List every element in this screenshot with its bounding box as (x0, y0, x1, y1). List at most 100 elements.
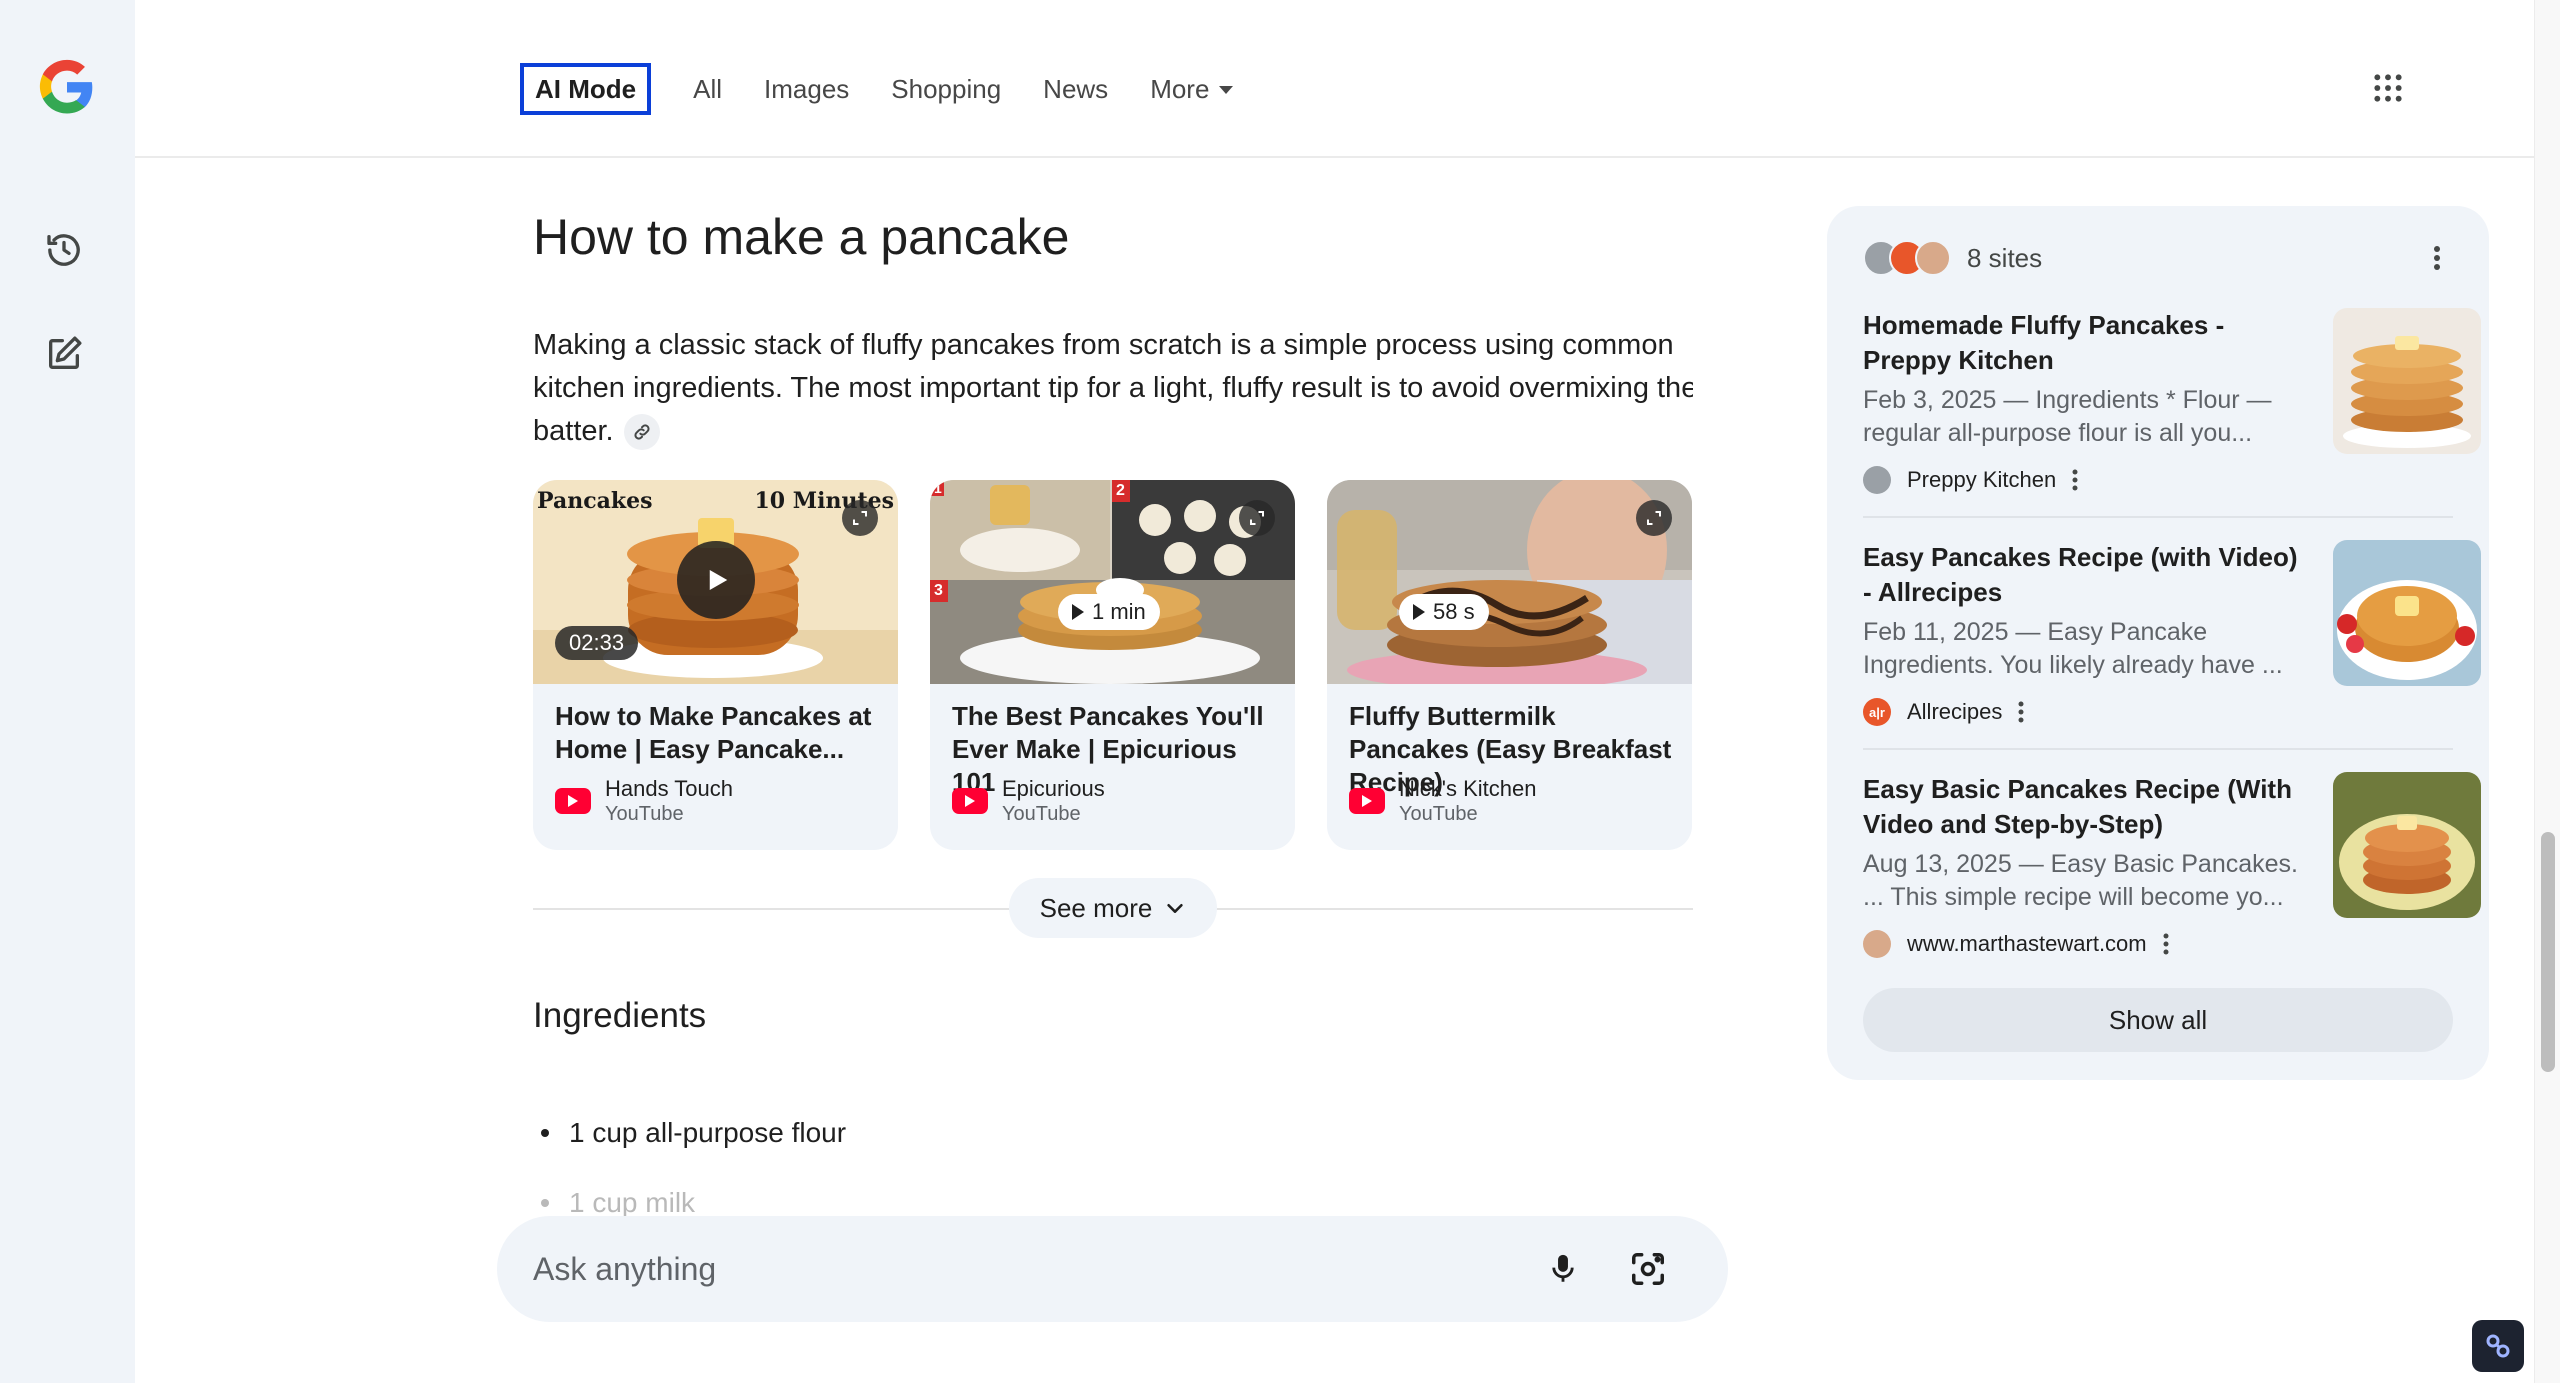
source-title: Easy Basic Pancakes Recipe (With Video a… (1863, 774, 2292, 839)
sources-count: 8 sites (1967, 242, 2043, 273)
ai-answer: How to make a pancake Making a classic s… (533, 158, 1693, 1383)
sources-menu-button[interactable] (2422, 238, 2452, 278)
source-item[interactable]: Homemade Fluffy Pancakes - Preppy Kitche… (1863, 308, 2481, 534)
new-chat-button[interactable] (40, 330, 88, 378)
video-source: Nick's Kitchen YouTube (1349, 776, 1536, 826)
tab-ai-mode[interactable]: AI Mode (520, 63, 652, 115)
video-channel: Nick's Kitchen (1399, 776, 1537, 801)
tab-shopping[interactable]: Shopping (891, 63, 1001, 115)
martha-stewart-favicon (1863, 930, 1891, 958)
search-tabs: AI Mode All Images Shopping News More (520, 63, 1275, 115)
scrollbar-thumb[interactable] (2541, 832, 2555, 1072)
source-title: Easy Pancakes Recipe (with Video) - Allr… (1863, 542, 2298, 607)
ask-bar (497, 1216, 1728, 1322)
divider (1863, 516, 2453, 518)
play-icon (709, 570, 728, 590)
source-site: www.marthastewart.com (1863, 930, 2169, 958)
link-chain-icon (2486, 1334, 2510, 1358)
left-rail (0, 0, 135, 1383)
source-snippet: Aug 13, 2025 — Easy Basic Pancakes. ... … (1863, 850, 2298, 911)
google-apps-button[interactable] (2362, 62, 2414, 114)
source-snippet: Feb 3, 2025 — Ingredients * Flour — regu… (1863, 386, 2272, 447)
history-icon (47, 234, 80, 266)
source-favicons (1863, 240, 1951, 276)
divider (1863, 748, 2453, 750)
expand-icon (1647, 511, 1661, 525)
youtube-icon (555, 788, 591, 814)
page-scrollbar[interactable] (2534, 0, 2560, 1383)
youtube-icon (952, 788, 988, 814)
expand-button[interactable] (842, 500, 878, 536)
video-title: How to Make Pancakes at Home | Easy Panc… (555, 701, 872, 764)
video-thumbnail: Pancakes 10 Minutes 02:33 (533, 480, 898, 684)
video-card[interactable]: 1 2 3 1 min The Best Pancakes You'll Eve… (930, 480, 1295, 850)
martha-stewart-favicon (1915, 240, 1951, 276)
youtube-icon (1349, 788, 1385, 814)
video-thumbnail: 1 2 3 1 min (930, 480, 1295, 684)
video-card[interactable]: 58 s Fluffy Buttermilk Pancakes (Easy Br… (1327, 480, 1692, 850)
history-button[interactable] (40, 226, 88, 274)
source-site: Preppy Kitchen (1863, 466, 2078, 494)
source-snippet: Feb 11, 2025 — Easy Pancake Ingredients.… (1863, 618, 2283, 679)
source-menu-button[interactable] (2072, 469, 2078, 491)
tab-more[interactable]: More (1150, 63, 1234, 115)
source-title: Homemade Fluffy Pancakes - Preppy Kitche… (1863, 310, 2225, 375)
tab-news[interactable]: News (1043, 63, 1108, 115)
more-vert-icon (2072, 469, 2078, 491)
video-source: Epicurious YouTube (952, 776, 1105, 826)
lens-search-button[interactable] (1624, 1245, 1672, 1293)
video-channel: Hands Touch (605, 776, 734, 801)
pancake-stack-image (2333, 308, 2481, 454)
top-bar: AI Mode All Images Shopping News More S. (135, 0, 2534, 158)
page-title: How to make a pancake (533, 209, 1070, 265)
video-platform: YouTube (605, 803, 684, 825)
apps-grid-icon (2374, 74, 2402, 102)
extension-button[interactable] (2472, 1320, 2524, 1372)
video-duration-pill[interactable]: 58 s (1399, 594, 1489, 630)
more-vert-icon (2163, 933, 2169, 955)
preppy-kitchen-favicon (1863, 466, 1891, 494)
google-g-logo[interactable] (36, 56, 98, 118)
video-duration: 02:33 (555, 626, 639, 660)
source-item[interactable]: Easy Pancakes Recipe (with Video) - Allr… (1863, 540, 2481, 766)
sources-header[interactable]: 8 sites (1863, 236, 2042, 280)
chevron-down-icon (1167, 903, 1184, 913)
tab-all[interactable]: All (693, 63, 722, 115)
more-vert-icon (2018, 701, 2024, 723)
video-thumbnail: 58 s (1327, 480, 1692, 684)
list-item: 1 cup all-purpose flour (533, 1098, 846, 1168)
caret-down-icon (1219, 86, 1234, 94)
source-menu-button[interactable] (2018, 701, 2024, 723)
pancake-berries-image (2333, 540, 2481, 686)
source-item[interactable]: Easy Basic Pancakes Recipe (With Video a… (1863, 772, 2481, 998)
ask-input[interactable] (533, 1244, 1493, 1294)
allrecipes-favicon: a|r (1863, 698, 1891, 726)
edit-icon (49, 336, 82, 369)
expand-icon (1250, 511, 1264, 525)
expand-icon (853, 511, 867, 525)
source-menu-button[interactable] (2163, 933, 2169, 955)
source-link-chip[interactable] (623, 414, 660, 451)
source-site: a|r Allrecipes (1863, 698, 2024, 726)
video-channel: Epicurious (1002, 776, 1105, 801)
video-platform: YouTube (1002, 803, 1081, 825)
video-duration-pill[interactable]: 1 min (1058, 594, 1160, 630)
microphone-icon (1552, 1254, 1574, 1282)
see-more-button[interactable]: See more (1009, 878, 1217, 938)
video-source: Hands Touch YouTube (555, 776, 733, 826)
camera-lens-icon (1632, 1253, 1664, 1285)
link-icon (634, 424, 650, 440)
play-button[interactable] (677, 541, 755, 619)
play-icon (1072, 604, 1084, 620)
voice-search-button[interactable] (1539, 1245, 1587, 1293)
source-thumbnail (2333, 540, 2481, 686)
video-card[interactable]: Pancakes 10 Minutes 02:33 How to Make Pa… (533, 480, 898, 850)
sources-panel: 8 sites Homemade Fluffy Pancakes - Prepp… (1827, 206, 2489, 1080)
show-all-button[interactable]: Show all (1863, 988, 2453, 1052)
expand-button[interactable] (1239, 500, 1275, 536)
video-carousel: Pancakes 10 Minutes 02:33 How to Make Pa… (533, 480, 1693, 850)
source-thumbnail (2333, 308, 2481, 454)
more-vert-icon (2434, 246, 2440, 270)
expand-button[interactable] (1636, 500, 1672, 536)
tab-images[interactable]: Images (764, 63, 849, 115)
